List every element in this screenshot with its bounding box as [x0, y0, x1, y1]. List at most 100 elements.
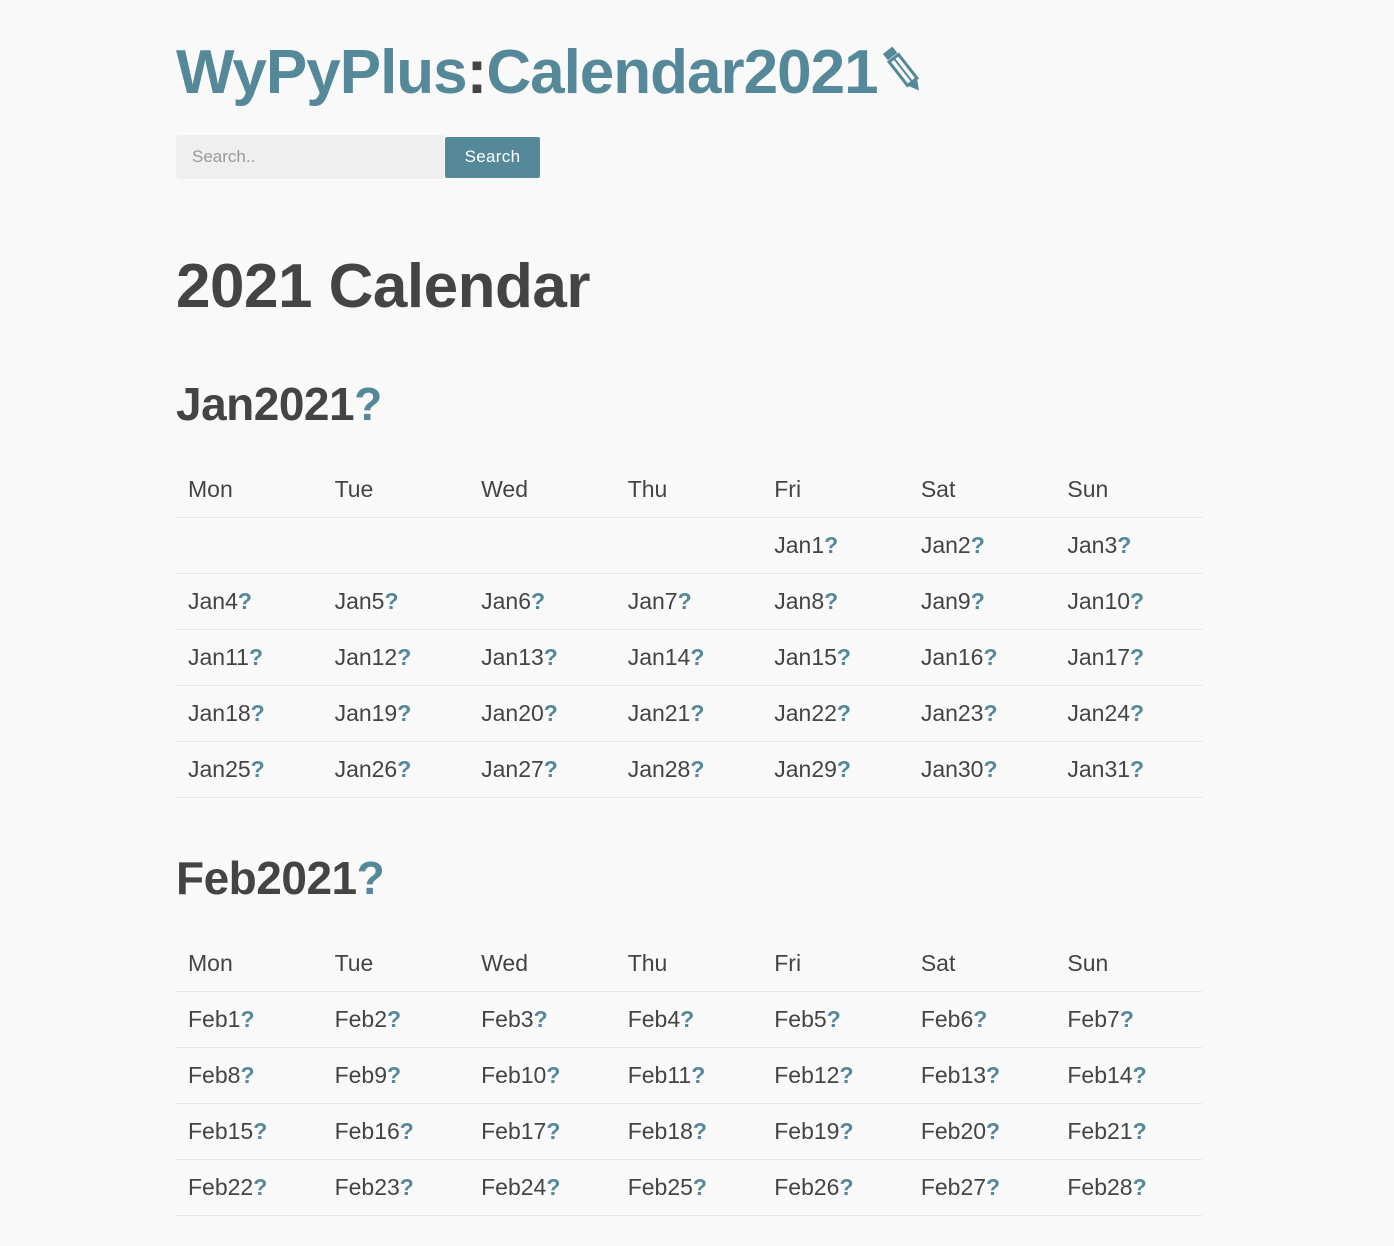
create-day-page-link[interactable]: ? [986, 1062, 1000, 1088]
search-input[interactable] [176, 135, 444, 179]
create-day-page-link[interactable]: ? [387, 1006, 401, 1032]
create-day-page-link[interactable]: ? [238, 588, 252, 614]
day-cell: Feb10? [469, 1047, 616, 1104]
day-label: Feb5 [774, 1006, 827, 1032]
create-day-page-link[interactable]: ? [983, 644, 997, 670]
search-button[interactable]: Search [445, 136, 540, 178]
create-day-page-link[interactable]: ? [986, 1174, 1000, 1200]
create-day-page-link[interactable]: ? [397, 700, 411, 726]
day-cell: Feb22? [176, 1159, 323, 1216]
month-title-text: Feb2021 [176, 852, 357, 904]
create-day-page-link[interactable]: ? [240, 1062, 254, 1088]
create-day-page-link[interactable]: ? [249, 644, 263, 670]
create-day-page-link[interactable]: ? [983, 700, 997, 726]
create-day-page-link[interactable]: ? [400, 1118, 414, 1144]
create-day-page-link[interactable]: ? [546, 1118, 560, 1144]
create-day-page-link[interactable]: ? [824, 588, 838, 614]
create-day-page-link[interactable]: ? [983, 756, 997, 782]
page-name-link[interactable]: Calendar2021 [486, 38, 878, 107]
day-label: Feb27 [920, 1174, 987, 1200]
day-label: Jan11 [188, 644, 249, 670]
day-cell: Feb6? [908, 991, 1056, 1048]
day-label: Feb1 [188, 1006, 241, 1032]
day-label: Jan18 [188, 700, 251, 726]
day-label: Feb10 [481, 1062, 547, 1088]
create-day-page-link[interactable]: ? [973, 1006, 987, 1032]
create-day-page-link[interactable]: ? [544, 644, 558, 670]
week-row: Feb1? Feb2? Feb3? Feb4? Feb5? Feb6? Feb7? [176, 991, 1202, 1048]
create-day-page-link[interactable]: ? [690, 756, 704, 782]
create-day-page-link[interactable]: ? [400, 1174, 414, 1200]
create-day-page-link[interactable]: ? [839, 1174, 853, 1200]
create-day-page-link[interactable]: ? [839, 1062, 853, 1088]
create-day-page-link[interactable]: ? [986, 1118, 1000, 1144]
day-cell: Feb20? [908, 1103, 1056, 1160]
create-day-page-link[interactable]: ? [824, 532, 838, 558]
create-page-link[interactable]: ? [357, 852, 385, 904]
day-cell: Jan6? [469, 573, 616, 630]
week-row: Feb22? Feb23? Feb24? Feb25? Feb26? Feb27? Feb2… [176, 1159, 1202, 1216]
create-page-link[interactable]: ? [354, 378, 382, 430]
create-day-page-link[interactable]: ? [240, 1006, 254, 1032]
create-day-page-link[interactable]: ? [680, 1006, 694, 1032]
create-day-page-link[interactable]: ? [397, 644, 411, 670]
day-cell: Feb26? [762, 1159, 909, 1216]
day-label: Feb6 [920, 1006, 974, 1032]
day-label: Feb9 [334, 1062, 387, 1088]
create-day-page-link[interactable]: ? [253, 1174, 267, 1200]
pencil-icon[interactable] [880, 40, 926, 114]
create-day-page-link[interactable]: ? [546, 1062, 560, 1088]
create-day-page-link[interactable]: ? [1120, 1006, 1134, 1032]
site-title: WyPyPlus:Calendar2021 [176, 0, 1202, 110]
create-day-page-link[interactable]: ? [693, 1118, 707, 1144]
site-name-link[interactable]: WyPyPlus [176, 38, 468, 107]
create-day-page-link[interactable]: ? [1117, 532, 1131, 558]
create-day-page-link[interactable]: ? [1133, 1118, 1147, 1144]
create-day-page-link[interactable]: ? [546, 1174, 560, 1200]
create-day-page-link[interactable]: ? [690, 644, 704, 670]
day-label: Feb16 [334, 1118, 400, 1144]
day-label: Feb26 [774, 1174, 840, 1200]
create-day-page-link[interactable]: ? [544, 700, 558, 726]
day-cell [176, 517, 323, 574]
create-day-page-link[interactable]: ? [1130, 700, 1144, 726]
create-day-page-link[interactable]: ? [971, 588, 985, 614]
create-day-page-link[interactable]: ? [691, 1062, 705, 1088]
day-cell: Feb7? [1055, 991, 1202, 1048]
day-label: Feb19 [774, 1118, 840, 1144]
create-day-page-link[interactable]: ? [544, 756, 558, 782]
day-label: Jan4 [188, 588, 238, 614]
create-day-page-link[interactable]: ? [384, 588, 398, 614]
create-day-page-link[interactable]: ? [253, 1118, 267, 1144]
day-label: Jan23 [920, 700, 984, 726]
create-day-page-link[interactable]: ? [837, 700, 851, 726]
create-day-page-link[interactable]: ? [837, 756, 851, 782]
create-day-page-link[interactable]: ? [1130, 756, 1144, 782]
create-day-page-link[interactable]: ? [1130, 644, 1144, 670]
create-day-page-link[interactable]: ? [1133, 1174, 1147, 1200]
create-day-page-link[interactable]: ? [251, 700, 265, 726]
create-day-page-link[interactable]: ? [690, 700, 704, 726]
create-day-page-link[interactable]: ? [837, 644, 851, 670]
create-day-page-link[interactable]: ? [531, 588, 545, 614]
create-day-page-link[interactable]: ? [827, 1006, 841, 1032]
day-label: Jan25 [188, 756, 251, 782]
create-day-page-link[interactable]: ? [693, 1174, 707, 1200]
day-label: Jan5 [334, 588, 385, 614]
create-day-page-link[interactable]: ? [251, 756, 265, 782]
create-day-page-link[interactable]: ? [1133, 1062, 1147, 1088]
create-day-page-link[interactable]: ? [839, 1118, 853, 1144]
create-day-page-link[interactable]: ? [1130, 588, 1144, 614]
create-day-page-link[interactable]: ? [397, 756, 411, 782]
calendar-months: Jan2021? Mon Tue Wed Thu Fri Sat Sun Jan1? Jan2? J… [176, 376, 1202, 1216]
create-day-page-link[interactable]: ? [387, 1062, 401, 1088]
day-label: Jan3 [1067, 532, 1118, 558]
day-cell: Jan1? [762, 517, 909, 574]
day-label: Jan26 [334, 756, 398, 782]
create-day-page-link[interactable]: ? [534, 1006, 548, 1032]
day-cell: Jan16? [908, 629, 1056, 686]
search-bar: Search [176, 135, 1202, 179]
create-day-page-link[interactable]: ? [678, 588, 692, 614]
weekday-header-row: Mon Tue Wed Thu Fri Sat Sun [176, 936, 1202, 992]
create-day-page-link[interactable]: ? [971, 532, 985, 558]
